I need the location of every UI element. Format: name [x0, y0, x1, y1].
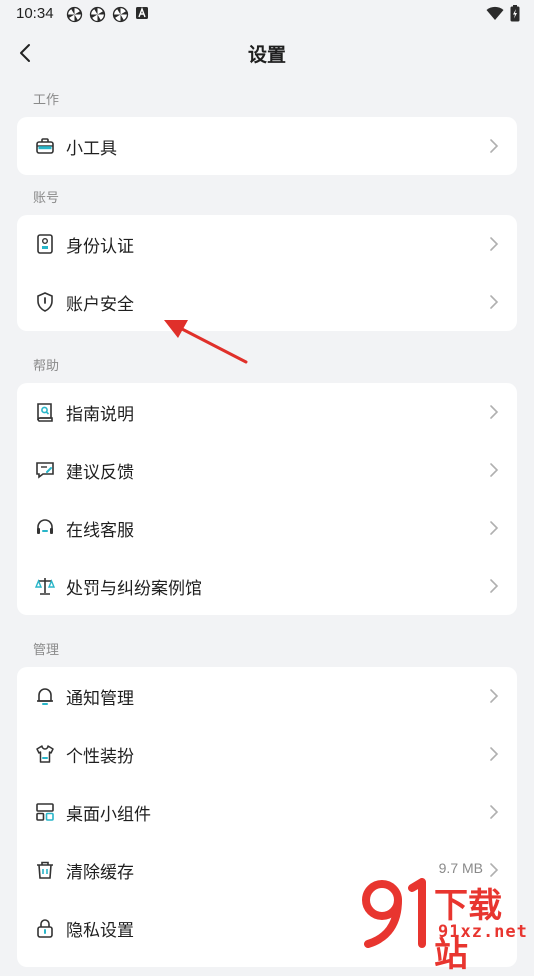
status-icons-left — [66, 6, 149, 23]
section-label-help: 帮助 — [33, 359, 60, 374]
chevron-right-icon — [490, 747, 499, 761]
settings-item-label: 个性装扮 — [66, 747, 134, 767]
card-help: 指南说明 建议反馈 在线客服 处罚与纠纷案例馆 — [17, 383, 517, 615]
trash-icon — [37, 861, 53, 879]
settings-item-label: 在线客服 — [66, 521, 134, 541]
chevron-right-icon — [490, 295, 499, 309]
status-icons-right — [486, 5, 520, 22]
settings-item-identity[interactable]: 身份认证 — [17, 215, 517, 273]
settings-item-label: 通知管理 — [66, 689, 134, 709]
section-label-work: 工作 — [33, 93, 60, 108]
id-badge-icon — [37, 234, 53, 254]
settings-item-label: 建议反馈 — [66, 463, 134, 483]
annotation-arrow — [164, 320, 248, 364]
settings-item-guide[interactable]: 指南说明 — [17, 383, 517, 441]
headset-icon — [37, 519, 53, 534]
settings-item-label: 小工具 — [66, 139, 117, 159]
toolbox-icon — [36, 138, 54, 154]
chevron-right-icon — [490, 805, 499, 819]
chevron-right-icon — [490, 405, 499, 419]
card-account: 身份认证 账户安全 — [17, 215, 517, 331]
pinwheel-icon — [66, 6, 83, 23]
nav-bar: 设置 — [0, 30, 534, 76]
bell-icon — [37, 688, 53, 705]
chevron-right-icon — [490, 689, 499, 703]
page-title: 设置 — [247, 44, 286, 66]
section-label-account: 账号 — [33, 191, 60, 206]
section-label-manage: 管理 — [33, 643, 60, 658]
card-work: 小工具 — [17, 117, 517, 175]
scales-icon — [34, 578, 56, 595]
settings-item-label: 清除缓存 — [66, 863, 134, 883]
pinwheel-icon — [89, 6, 106, 23]
settings-item-notifications[interactable]: 通知管理 — [17, 667, 517, 725]
settings-item-label: 身份认证 — [66, 237, 134, 257]
settings-item-penalty-cases[interactable]: 处罚与纠纷案例馆 — [17, 557, 517, 615]
settings-item-label: 指南说明 — [66, 405, 134, 425]
watermark-text-bottom: 91xz.net — [438, 922, 528, 942]
a-badge-icon — [136, 7, 148, 19]
settings-item-label: 账户安全 — [66, 295, 134, 315]
chevron-right-icon — [490, 863, 499, 877]
settings-item-feedback[interactable]: 建议反馈 — [17, 441, 517, 499]
battery-charging-icon — [510, 5, 520, 22]
status-time: 10:34 — [16, 5, 54, 22]
settings-item-online-service[interactable]: 在线客服 — [17, 499, 517, 557]
lock-icon — [37, 919, 53, 938]
91-logo — [362, 878, 426, 948]
wifi-icon — [486, 6, 504, 20]
shield-icon — [37, 292, 53, 312]
chevron-right-icon — [490, 521, 499, 535]
feedback-icon — [36, 462, 54, 479]
settings-item-label: 桌面小组件 — [66, 805, 151, 825]
chevron-right-icon — [490, 463, 499, 477]
settings-item-personalize[interactable]: 个性装扮 — [17, 725, 517, 783]
chevron-right-icon — [490, 139, 499, 153]
settings-item-label: 隐私设置 — [66, 921, 134, 941]
pinwheel-icon — [112, 6, 129, 23]
guide-book-icon — [37, 403, 53, 422]
chevron-right-icon — [490, 237, 499, 251]
chevron-right-icon — [490, 579, 499, 593]
settings-item-account-security[interactable]: 账户安全 — [17, 273, 517, 331]
status-bar: 10:34 — [0, 0, 534, 28]
settings-item-widgets[interactable]: 桌面小组件 — [17, 783, 517, 841]
widgets-icon — [36, 803, 54, 821]
settings-item-tools[interactable]: 小工具 — [17, 117, 517, 175]
shirt-icon — [36, 745, 54, 763]
settings-item-label: 处罚与纠纷案例馆 — [66, 579, 202, 599]
watermark: 下载站 91xz.net — [360, 878, 532, 975]
cache-size-value: 9.7 MB — [438, 860, 483, 876]
